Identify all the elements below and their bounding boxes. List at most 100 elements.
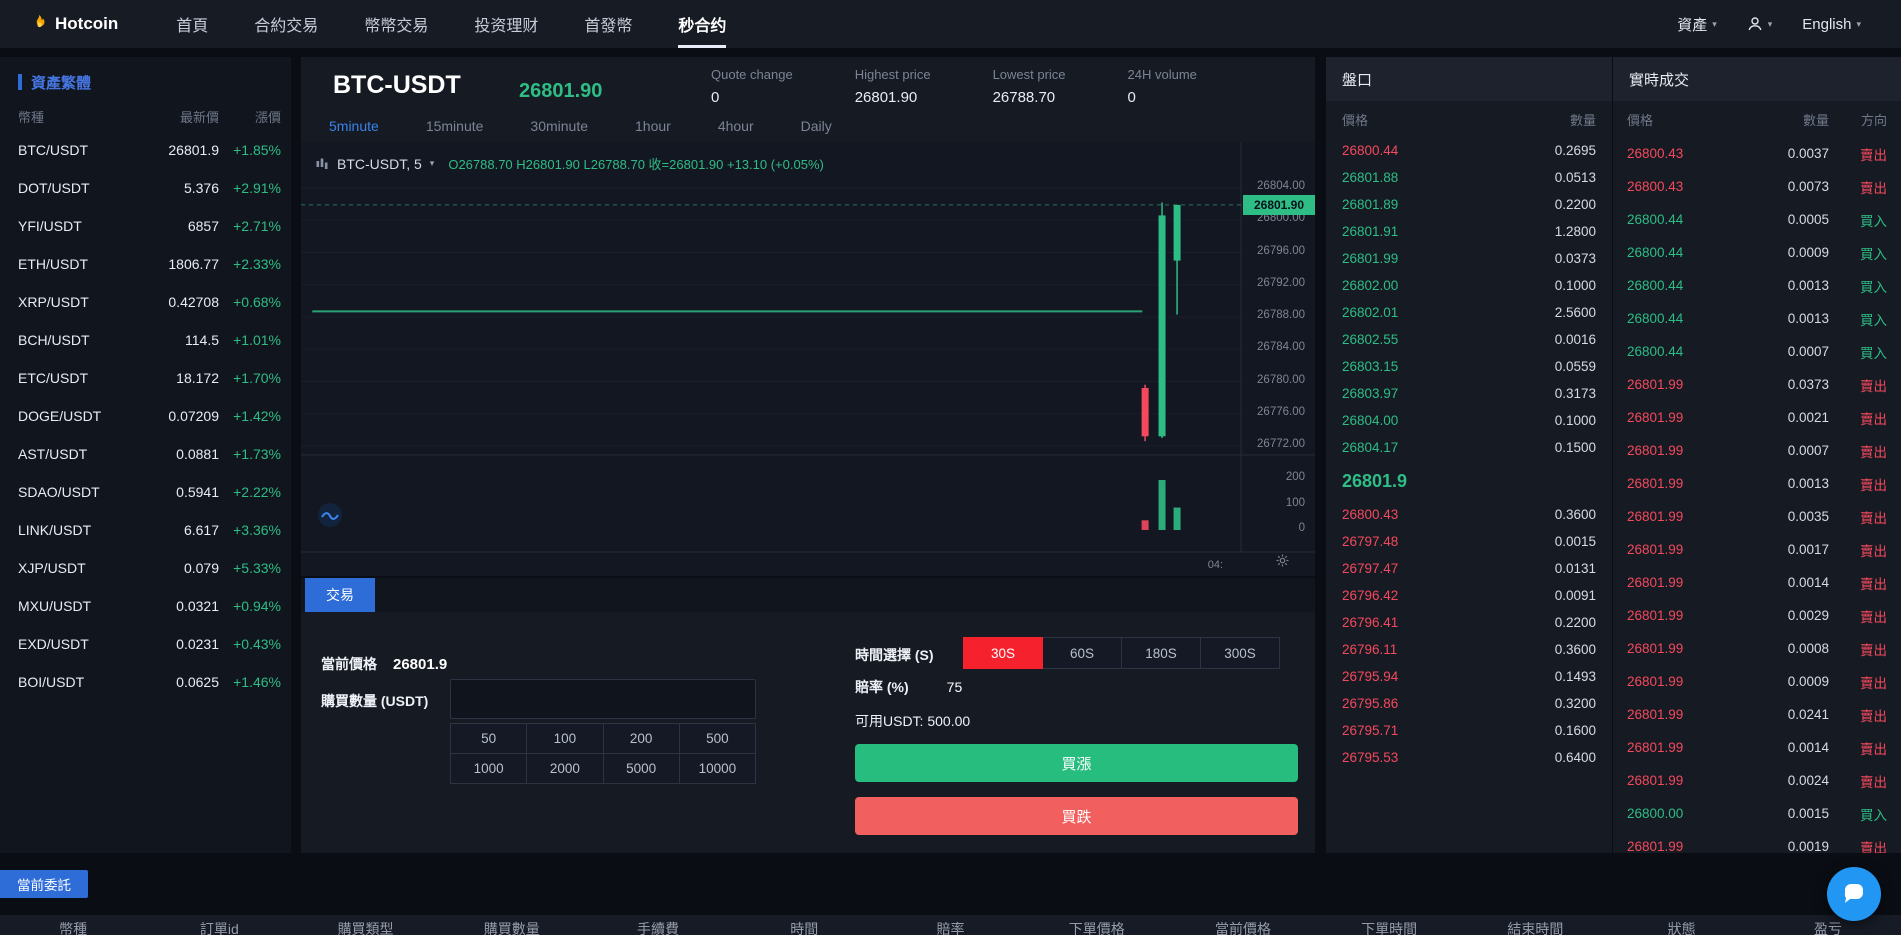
- chevron-down-icon[interactable]: ▾: [430, 158, 435, 169]
- nav-item-1[interactable]: 首頁: [176, 0, 208, 48]
- market-row[interactable]: BTC/USDT26801.9+1.85%: [0, 131, 291, 169]
- amount-input[interactable]: [450, 679, 756, 719]
- orderbook-ask-row[interactable]: 26803.150.0559: [1326, 353, 1612, 380]
- pair-change: +2.33%: [219, 256, 281, 272]
- quick-amount-button[interactable]: 10000: [680, 754, 756, 784]
- orderbook-ask-row[interactable]: 26801.890.2200: [1326, 191, 1612, 218]
- duration-button[interactable]: 300S: [1200, 637, 1280, 669]
- buy-up-button[interactable]: 買漲: [855, 744, 1298, 782]
- orderbook-bid-row[interactable]: 26797.480.0015: [1326, 528, 1612, 555]
- orderbook-ask-row[interactable]: 26801.990.0373: [1326, 245, 1612, 272]
- order-qty: 0.0131: [1555, 561, 1596, 576]
- market-row[interactable]: BCH/USDT114.5+1.01%: [0, 321, 291, 359]
- price-chart[interactable]: BTC-USDT, 5 ▾ O26788.70 H26801.90 L26788…: [301, 142, 1315, 576]
- market-row[interactable]: MXU/USDT0.0321+0.94%: [0, 587, 291, 625]
- orderbook-ask-row[interactable]: 26801.911.2800: [1326, 218, 1612, 245]
- price-axis-label: 26788.00: [1257, 309, 1305, 321]
- orderbook-bid-row[interactable]: 26800.430.3600: [1326, 501, 1612, 528]
- market-row[interactable]: YFI/USDT6857+2.71%: [0, 207, 291, 245]
- trade-price: 26801.99: [1627, 839, 1737, 853]
- timeframe-tab[interactable]: 15minute: [426, 118, 484, 134]
- orderbook-ask-row[interactable]: 26800.440.2695: [1326, 137, 1612, 164]
- order-qty: 2.5600: [1555, 305, 1596, 320]
- price-axis-label: 26804.00: [1257, 180, 1305, 192]
- orderbook-ask-row[interactable]: 26804.170.1500: [1326, 434, 1612, 461]
- support-chat-button[interactable]: [1827, 867, 1881, 921]
- trade-qty: 0.0014: [1737, 575, 1829, 590]
- brand-logo[interactable]: Hotcoin: [30, 14, 118, 34]
- nav-item-4[interactable]: 投资理财: [474, 0, 538, 48]
- chart-settings-icon[interactable]: [1276, 554, 1289, 572]
- nav-item-5[interactable]: 首發幣: [584, 0, 632, 48]
- orderbook-ask-row[interactable]: 26804.000.1000: [1326, 407, 1612, 434]
- chart-style-icon: [315, 157, 329, 171]
- orderbook-ask-row[interactable]: 26801.880.0513: [1326, 164, 1612, 191]
- tab-trade[interactable]: 交易: [305, 578, 375, 612]
- orderbook-bid-row[interactable]: 26796.410.2200: [1326, 609, 1612, 636]
- duration-button[interactable]: 180S: [1121, 637, 1201, 669]
- quick-amount-button[interactable]: 100: [527, 724, 603, 754]
- order-qty: 0.0559: [1555, 359, 1596, 374]
- market-row[interactable]: AST/USDT0.0881+1.73%: [0, 435, 291, 473]
- market-row[interactable]: LINK/USDT6.617+3.36%: [0, 511, 291, 549]
- orderbook-ask-row[interactable]: 26802.000.1000: [1326, 272, 1612, 299]
- orderbook-bid-row[interactable]: 26795.860.3200: [1326, 690, 1612, 717]
- nav-item-6[interactable]: 秒合约: [678, 0, 726, 48]
- orderbook-ask-row[interactable]: 26802.012.5600: [1326, 299, 1612, 326]
- orderbook-bid-row[interactable]: 26795.530.6400: [1326, 744, 1612, 771]
- assets-menu[interactable]: 資產 ▾: [1677, 14, 1717, 35]
- orderbook-bid-row[interactable]: 26796.420.0091: [1326, 582, 1612, 609]
- trade-row: 26801.990.0241賣出: [1613, 698, 1901, 731]
- nav-item-3[interactable]: 幣幣交易: [364, 0, 428, 48]
- quick-amount-button[interactable]: 500: [680, 724, 756, 754]
- market-row[interactable]: DOT/USDT5.376+2.91%: [0, 169, 291, 207]
- order-price: 26797.47: [1342, 561, 1398, 576]
- timeframe-tab[interactable]: 1hour: [635, 118, 671, 134]
- order-price: 26804.00: [1342, 413, 1398, 428]
- market-row[interactable]: BOI/USDT0.0625+1.46%: [0, 663, 291, 701]
- market-row[interactable]: XRP/USDT0.42708+0.68%: [0, 283, 291, 321]
- quick-amount-button[interactable]: 50: [451, 724, 527, 754]
- market-row[interactable]: EXD/USDT0.0231+0.43%: [0, 625, 291, 663]
- trade-direction: 賣出: [1829, 738, 1887, 758]
- current-price-value: 26801.9: [393, 656, 447, 673]
- timeframe-tab[interactable]: 4hour: [718, 118, 754, 134]
- orders-col-header: 手續費: [585, 915, 731, 935]
- market-row[interactable]: DOGE/USDT0.07209+1.42%: [0, 397, 291, 435]
- order-qty: 0.1500: [1555, 440, 1596, 455]
- timeframe-tab[interactable]: 30minute: [530, 118, 588, 134]
- quick-amount-button[interactable]: 2000: [527, 754, 603, 784]
- volume-axis-label: 0: [1299, 522, 1305, 534]
- market-row[interactable]: ETH/USDT1806.77+2.33%: [0, 245, 291, 283]
- open-orders-tab[interactable]: 當前委託: [0, 870, 88, 898]
- orderbook-bid-row[interactable]: 26795.940.1493: [1326, 663, 1612, 690]
- order-price: 26796.42: [1342, 588, 1398, 603]
- market-row[interactable]: SDAO/USDT0.5941+2.22%: [0, 473, 291, 511]
- quick-amount-button[interactable]: 1000: [451, 754, 527, 784]
- account-menu[interactable]: ▾: [1747, 16, 1773, 32]
- orderbook-bid-row[interactable]: 26797.47 0.0131: [1326, 555, 1612, 582]
- trade-price: 26801.99: [1627, 773, 1737, 788]
- orders-col-header: 狀態: [1609, 915, 1755, 935]
- order-qty: 0.0373: [1555, 251, 1596, 266]
- duration-button[interactable]: 30S: [963, 637, 1043, 669]
- candlestick-canvas[interactable]: [301, 142, 1315, 576]
- orderbook-ask-row[interactable]: 26803.970.3173: [1326, 380, 1612, 407]
- nav-item-2[interactable]: 合約交易: [254, 0, 318, 48]
- timeframe-tab[interactable]: Daily: [801, 118, 832, 134]
- quick-amount-button[interactable]: 5000: [604, 754, 680, 784]
- trade-row: 26801.990.0024賣出: [1613, 764, 1901, 797]
- orderbook-ask-row[interactable]: 26802.550.0016: [1326, 326, 1612, 353]
- market-row[interactable]: XJP/USDT0.079+5.33%: [0, 549, 291, 587]
- market-row[interactable]: ETC/USDT18.172+1.70%: [0, 359, 291, 397]
- orders-col-header: 幣種: [0, 915, 146, 935]
- buy-down-button[interactable]: 買跌: [855, 797, 1298, 835]
- quick-amount-button[interactable]: 200: [604, 724, 680, 754]
- orderbook-bid-row[interactable]: 26796.110.3600: [1326, 636, 1612, 663]
- market-sidebar: 資產繁體 幣種最新價漲價 BTC/USDT26801.9+1.85%DOT/US…: [0, 57, 291, 853]
- language-menu[interactable]: English ▾: [1802, 16, 1861, 33]
- orderbook-bid-row[interactable]: 26795.710.1600: [1326, 717, 1612, 744]
- timeframe-tab[interactable]: 5minute: [329, 118, 379, 134]
- duration-button[interactable]: 60S: [1042, 637, 1122, 669]
- trade-price: 26801.99: [1627, 575, 1737, 590]
